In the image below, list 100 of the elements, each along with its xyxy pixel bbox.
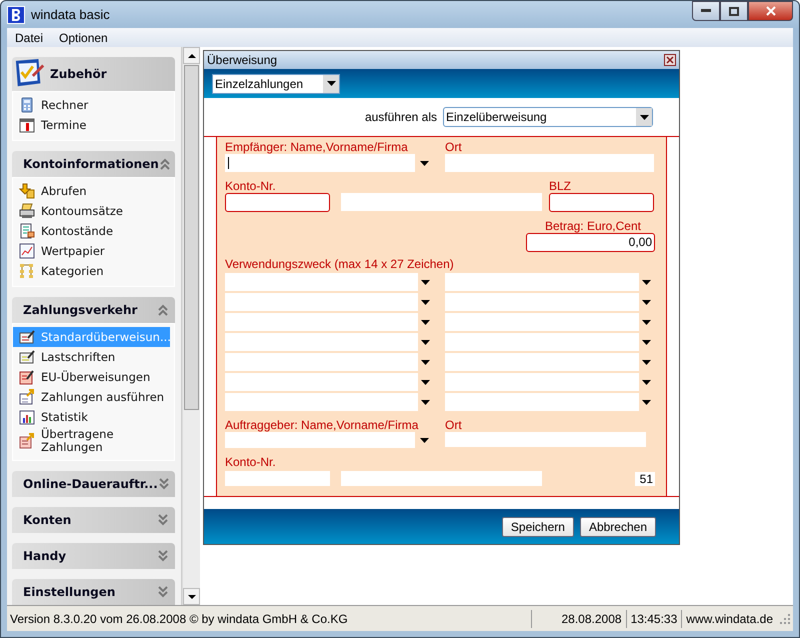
close-button[interactable] (748, 1, 793, 21)
character-counter: 51 (635, 472, 655, 486)
app-logo-icon (7, 6, 25, 24)
sidebar-item[interactable]: Kategorien (13, 261, 170, 281)
sidebar-item[interactable]: Rechner (13, 95, 170, 115)
caret-icon (421, 380, 430, 384)
dialog-button[interactable]: Speichern (502, 516, 574, 536)
expand-icon[interactable] (158, 478, 170, 490)
caret-icon (420, 160, 428, 166)
bank-name-field[interactable] (341, 193, 542, 211)
purpose-combo-field[interactable] (225, 393, 433, 411)
sidebar-item[interactable]: Zahlungen ausführen (13, 387, 170, 407)
dialog-button[interactable]: Abbrechen (580, 516, 656, 536)
scrollbar[interactable] (182, 47, 200, 605)
group-header[interactable]: Online-Dauerauftr... (12, 471, 175, 497)
scroll-thumb[interactable] (184, 65, 199, 410)
group-header[interactable]: Einstellungen (12, 579, 175, 605)
purpose-combo-field[interactable] (445, 313, 654, 331)
field-label: Empfänger: Name,Vorname/Firma (225, 140, 409, 154)
group-title: Online-Dauerauftr... (23, 477, 158, 491)
minimize-button[interactable] (692, 1, 720, 21)
caret-icon (642, 380, 651, 384)
purpose-combo-field[interactable] (225, 333, 433, 351)
group-title: Handy (23, 549, 68, 563)
menu-item[interactable]: Optionen (53, 30, 114, 44)
caret-icon (642, 320, 651, 324)
account-number-field[interactable] (225, 471, 330, 486)
purpose-combo-field[interactable] (445, 373, 654, 391)
caret-icon (642, 400, 651, 404)
expand-icon[interactable] (157, 586, 169, 598)
close-icon[interactable] (664, 54, 676, 66)
dialog-title: Überweisung (207, 53, 278, 67)
expand-icon[interactable] (157, 550, 169, 562)
group-header[interactable]: Zubehör (12, 57, 175, 91)
purpose-combo-field[interactable] (225, 273, 433, 291)
bank-name-field[interactable] (341, 471, 542, 486)
field-label: Ort (445, 418, 463, 432)
window-title: windata basic (31, 7, 111, 22)
resize-grip-icon[interactable] (779, 612, 791, 624)
sidebar-item[interactable]: Übertragene Zahlungen (13, 427, 170, 455)
purpose-combo-field[interactable] (225, 313, 433, 331)
sidebar-item[interactable]: Lastschriften (13, 347, 170, 367)
down-arrow-icon (188, 594, 196, 598)
bank-code-field[interactable] (549, 193, 654, 212)
sidebar-item[interactable]: Termine (13, 115, 170, 135)
group-title: Kontoinformationen (23, 157, 159, 171)
payer-name-field[interactable] (225, 432, 415, 448)
sidebar-item[interactable]: Statistik (13, 407, 170, 427)
calendar-icon (19, 117, 35, 133)
caret-icon (420, 438, 428, 442)
purpose-combo-field[interactable] (445, 293, 654, 311)
menu-item[interactable]: Datei (9, 30, 50, 44)
purpose-combo-field[interactable] (225, 353, 433, 371)
collapse-icon[interactable] (158, 158, 171, 170)
document-icon (19, 223, 35, 239)
execute-as-dropdown[interactable]: Einzelüberweisung (443, 107, 653, 127)
purpose-combo-field[interactable] (445, 393, 654, 411)
up-arrow-icon (188, 54, 196, 58)
hierarchy-icon (19, 263, 35, 279)
recipient-name-field[interactable] (225, 154, 415, 172)
field-label: Konto-Nr. (225, 179, 277, 193)
field-label: Verwendungszweck (max 14 x 27 Zeichen) (225, 257, 455, 271)
purpose-combo-field[interactable] (445, 333, 654, 351)
status-date: 28.08.2008 (530, 610, 626, 628)
download-icon (19, 183, 35, 199)
group-header[interactable]: Handy (12, 543, 175, 569)
maximize-button[interactable] (720, 1, 748, 21)
form-pen-icon (19, 349, 35, 365)
caret-icon (421, 340, 430, 344)
amount-field[interactable]: 0,00 (526, 233, 655, 252)
field-label: Auftraggeber: Name,Vorname/Firma (225, 418, 420, 432)
caret-icon (642, 340, 651, 344)
sidebar-item[interactable]: Kontoumsätze (13, 201, 170, 221)
purpose-combo-field[interactable] (225, 293, 433, 311)
mode-dropdown[interactable]: Einzelzahlungen (212, 74, 340, 94)
form-arrow-icon (19, 389, 35, 405)
account-number-field[interactable] (225, 193, 330, 212)
chart-icon (19, 243, 35, 259)
scroll-up-button[interactable] (183, 47, 200, 64)
sidebar-item[interactable]: EU-Überweisungen (13, 367, 170, 387)
sidebar-item[interactable]: Abrufen (13, 181, 170, 201)
collapse-icon[interactable] (157, 304, 169, 316)
caret-icon (326, 81, 336, 86)
purpose-combo-field[interactable] (445, 273, 654, 291)
group-title: Einstellungen (23, 585, 116, 599)
sidebar-item[interactable]: Wertpapier (13, 241, 170, 261)
group-header[interactable]: Konten (12, 507, 175, 533)
place-field[interactable] (445, 154, 654, 172)
purpose-combo-field[interactable] (445, 353, 654, 371)
purpose-combo-field[interactable] (225, 373, 433, 391)
group-header[interactable]: Kontoinformationen (12, 151, 175, 177)
scroll-down-button[interactable] (183, 588, 200, 605)
field-label: BLZ (549, 179, 572, 193)
caret-icon (640, 114, 648, 120)
place-field[interactable] (445, 432, 646, 447)
maximize-icon (729, 6, 739, 16)
group-header[interactable]: Zahlungsverkehr (12, 297, 175, 323)
sidebar-item[interactable]: Kontostände (13, 221, 170, 241)
expand-icon[interactable] (157, 514, 169, 526)
calculator-icon (19, 97, 35, 113)
